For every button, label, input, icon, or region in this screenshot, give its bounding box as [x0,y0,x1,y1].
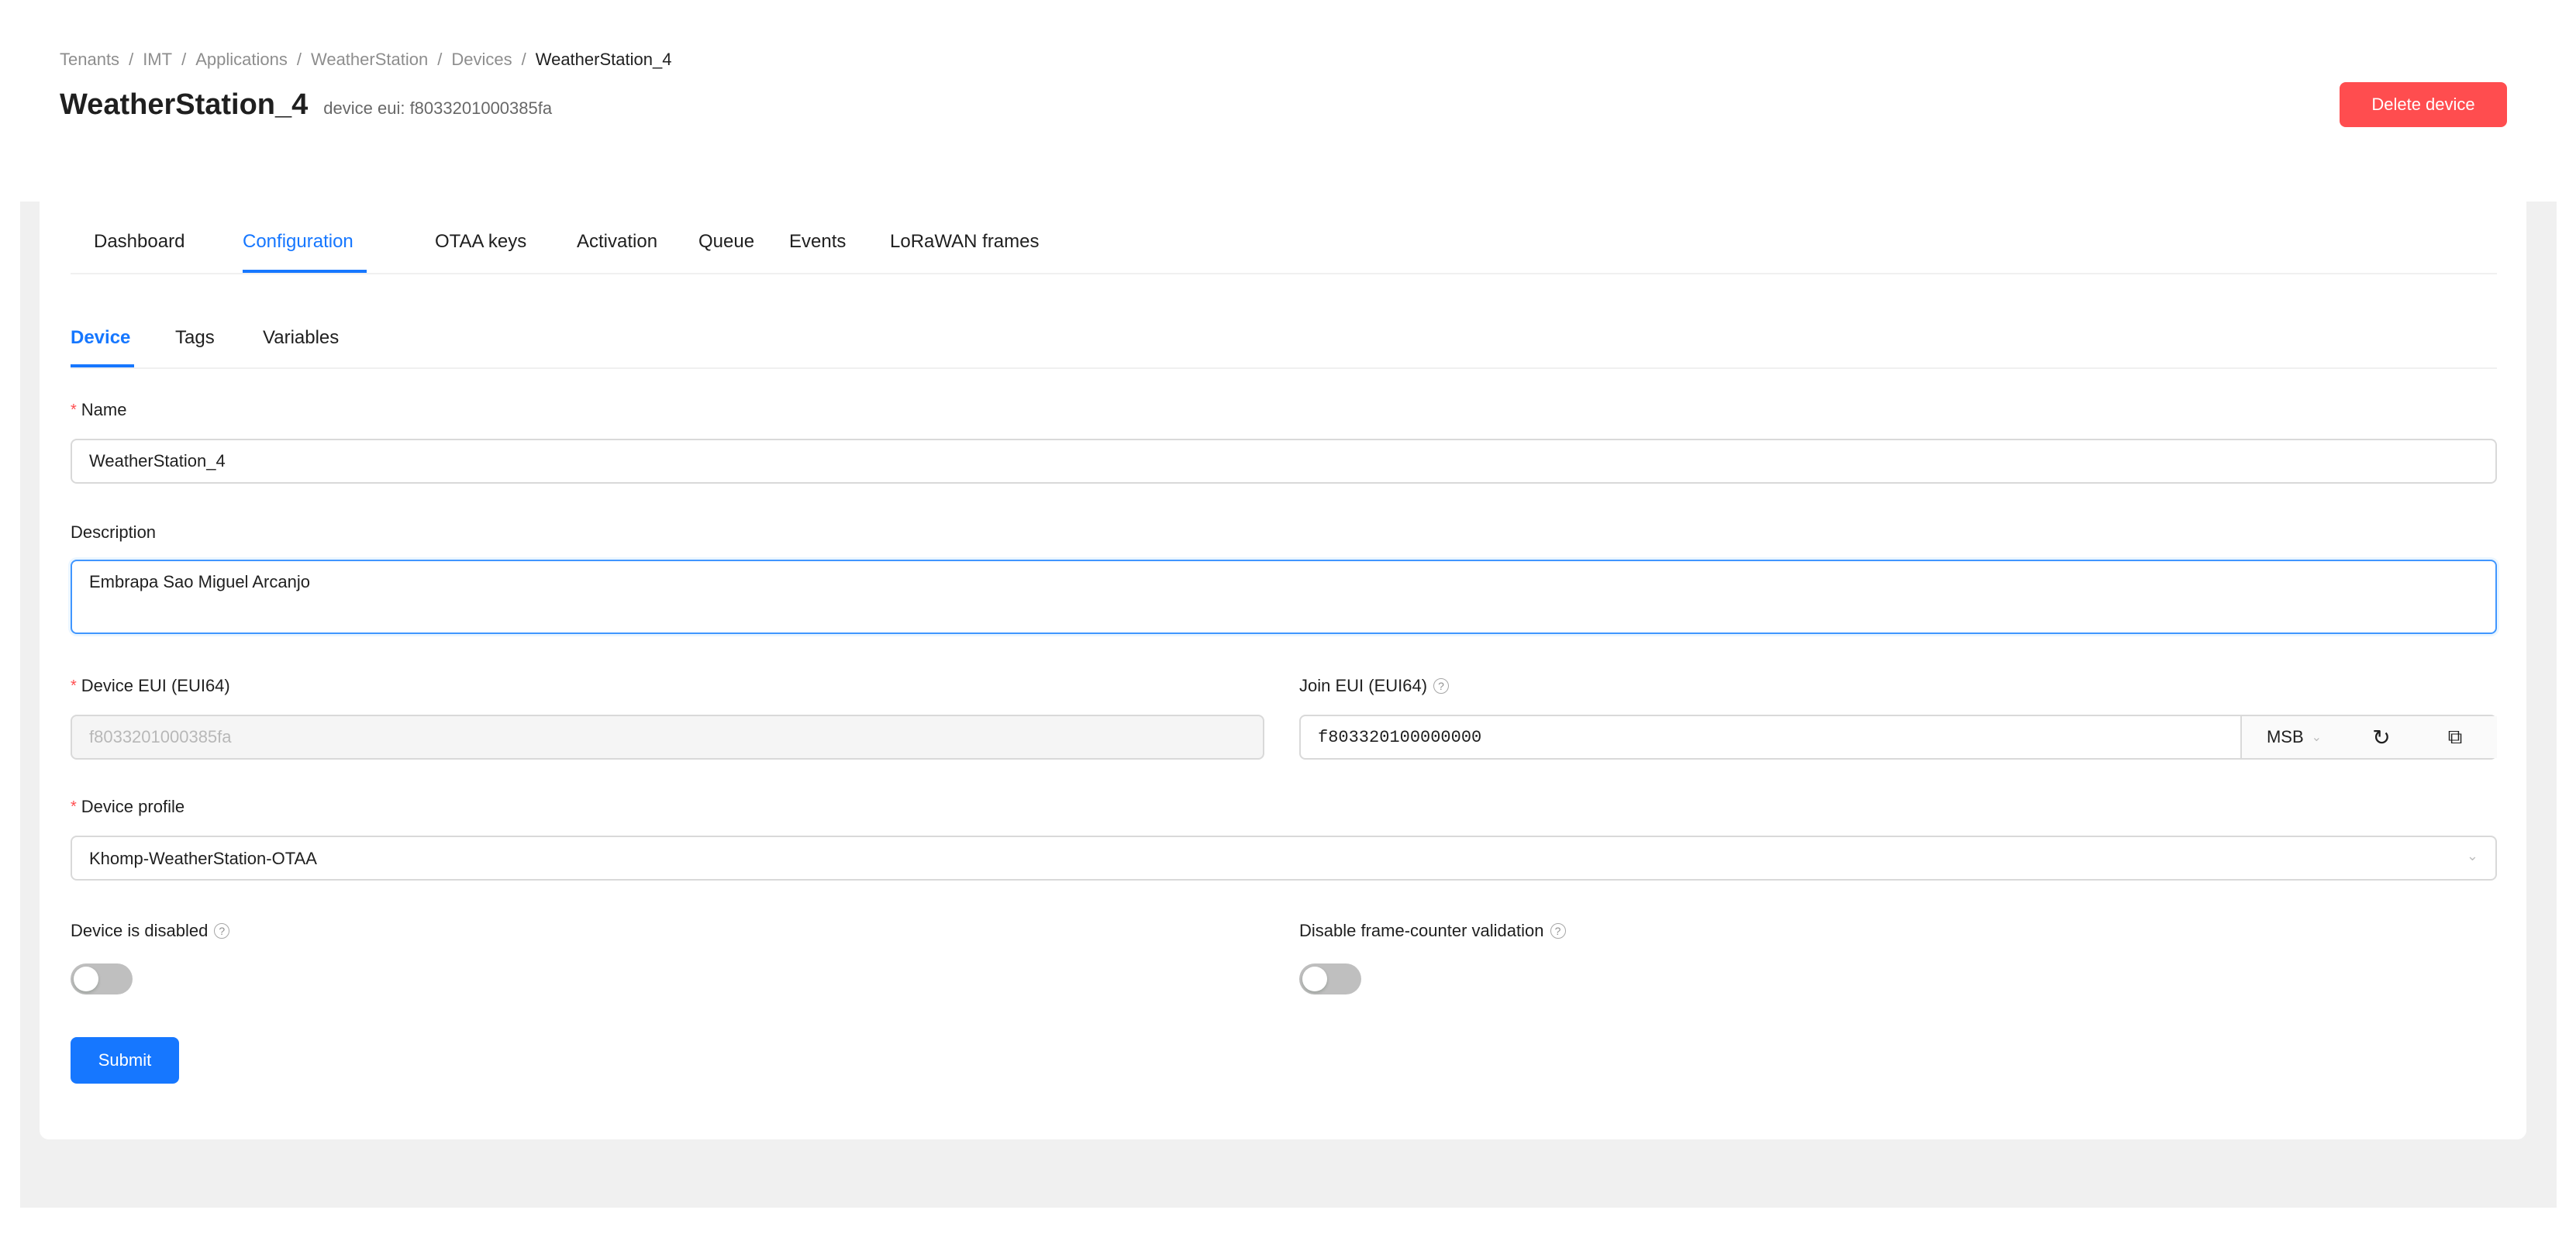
page-background: Tenants / IMT / Applications / WeatherStation /… [20,23,2557,1208]
title-row: WeatherStation_4 device eui: f8033201000… [60,88,552,122]
device-profile-label: * Device profile [71,797,184,817]
breadcrumb: Tenants / IMT / Applications / WeatherStation /… [60,50,671,70]
subtab-tags[interactable]: Tags [175,327,215,349]
active-subtab-indicator [71,364,134,367]
page-title: WeatherStation_4 [60,88,309,121]
description-label: Description [71,522,156,543]
dev-eui-label-text: Device EUI (EUI64) [81,676,230,695]
byte-order-select[interactable]: MSB ⌄ [2242,727,2347,747]
description-label-text: Description [71,522,157,542]
tab-events[interactable]: Events [789,231,846,253]
byte-order-value: MSB [2266,727,2304,746]
tab-dashboard[interactable]: Dashboard [94,231,184,253]
dev-eui-label: * Device EUI (EUI64) [71,676,230,696]
required-mark: * [71,401,77,419]
subtab-device[interactable]: Device [71,327,130,349]
breadcrumb-current-device: WeatherStation_4 [535,50,672,69]
switch-knob [1302,967,1327,991]
subtab-variables[interactable]: Variables [263,327,339,349]
join-eui-label: Join EUI (EUI64)? [1299,676,1450,696]
join-eui-addon: MSB ⌄ ↻ ⧉ [2240,716,2497,758]
help-icon[interactable]: ? [214,923,230,939]
device-profile-label-text: Device profile [81,797,185,816]
chevron-down-icon: ⌄ [2466,848,2478,863]
tab-configuration[interactable]: Configuration [243,231,353,253]
tab-lorawan-frames[interactable]: LoRaWAN frames [890,231,1040,253]
device-profile-value: Khomp-WeatherStation-OTAA [89,849,317,868]
active-tab-indicator [243,270,367,273]
disable-fcnt-switch[interactable] [1299,963,1361,994]
copy-icon[interactable]: ⧉ [2416,725,2494,750]
join-eui-input[interactable]: f803320100000000 [1318,728,1481,747]
name-label-text: Name [81,400,127,419]
tab-queue[interactable]: Queue [698,231,754,253]
tab-otaa-keys[interactable]: OTAA keys [435,231,526,253]
submit-button[interactable]: Submit [71,1037,179,1084]
breadcrumb-devices[interactable]: Devices [451,50,512,69]
name-input[interactable] [71,439,2497,484]
help-icon[interactable]: ? [1433,678,1450,694]
breadcrumb-separator: / [296,50,302,69]
delete-device-button[interactable]: Delete device [2340,82,2507,127]
breadcrumb-application[interactable]: WeatherStation [311,50,428,69]
device-disabled-label: Device is disabled? [71,921,230,941]
disable-fcnt-label: Disable frame-counter validation? [1299,921,1566,941]
main-tabs: Dashboard Configuration OTAA keys Activa… [71,209,2497,274]
breadcrumb-separator: / [181,50,187,69]
dev-eui-input [71,715,1264,760]
breadcrumb-tenants[interactable]: Tenants [60,50,119,69]
tab-activation[interactable]: Activation [577,231,657,253]
breadcrumb-tenant[interactable]: IMT [143,50,172,69]
device-card: Dashboard Configuration OTAA keys Activa… [40,178,2526,1139]
breadcrumb-separator: / [129,50,134,69]
breadcrumb-separator: / [521,50,526,69]
help-icon[interactable]: ? [1550,923,1566,939]
required-mark: * [71,677,77,695]
join-eui-label-text: Join EUI (EUI64) [1299,676,1428,695]
switch-knob [74,967,98,991]
breadcrumb-separator: / [437,50,443,69]
description-textarea[interactable]: Embrapa Sao Miguel Arcanjo [71,560,2497,634]
refresh-icon[interactable]: ↻ [2347,725,2416,750]
name-label: * Name [71,400,126,420]
device-eui-subtitle: device eui: f8033201000385fa [323,98,553,118]
sub-tabs: Device Tags Variables [71,310,2497,369]
page-header: Tenants / IMT / Applications / WeatherStation /… [20,23,2557,202]
device-disabled-switch[interactable] [71,963,133,994]
required-mark: * [71,798,77,815]
disable-fcnt-label-text: Disable frame-counter validation [1299,921,1544,940]
join-eui-field: f803320100000000 MSB ⌄ ↻ ⧉ [1299,715,2497,760]
device-profile-select[interactable]: Khomp-WeatherStation-OTAA ⌄ [71,836,2497,881]
device-disabled-label-text: Device is disabled [71,921,209,940]
breadcrumb-applications[interactable]: Applications [195,50,288,69]
chevron-down-icon: ⌄ [2311,731,2323,744]
